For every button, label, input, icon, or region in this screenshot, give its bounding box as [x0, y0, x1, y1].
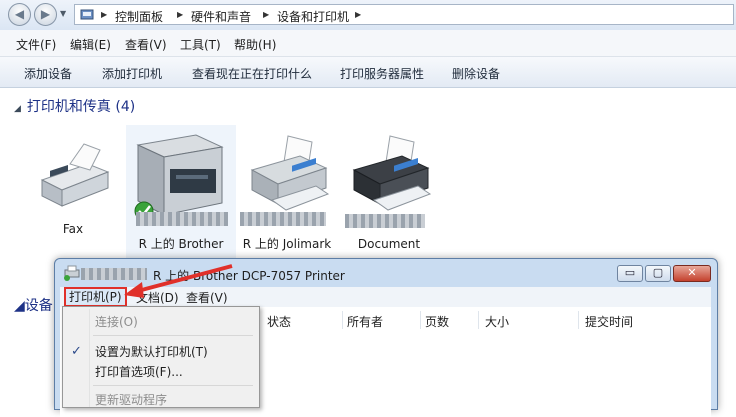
printer-icon [250, 135, 330, 211]
menu-item-set-default[interactable]: 设置为默认打印机(T) [95, 343, 208, 360]
breadcrumb-separator-icon[interactable]: ▶ [177, 10, 183, 19]
breadcrumb-hardware-sound[interactable]: 硬件和声音 [191, 8, 251, 25]
menu-bar: 文件(F) 编辑(E) 查看(V) 工具(T) 帮助(H) [0, 30, 736, 57]
breadcrumb-separator-icon[interactable]: ▶ [355, 10, 361, 19]
column-divider[interactable] [420, 311, 421, 329]
print-server-properties-button[interactable]: 打印服务器属性 [340, 65, 424, 82]
device-label: R 上的 Brother [138, 237, 224, 251]
breadcrumb-devices-printers[interactable]: 设备和打印机 [277, 8, 349, 25]
forward-button[interactable]: ▶ [34, 3, 57, 26]
menu-gutter [89, 309, 90, 407]
breadcrumb-separator-icon[interactable]: ▶ [263, 10, 269, 19]
menu-edit[interactable]: 编辑(E) [70, 36, 111, 53]
device-document-printer[interactable]: Document [334, 125, 444, 260]
redacted-label [136, 212, 228, 226]
maximize-button[interactable]: ▢ [645, 265, 671, 282]
column-divider[interactable] [478, 311, 479, 329]
column-header-submitted[interactable]: 提交时间 [585, 313, 633, 330]
menu-item-connect[interactable]: 连接(O) [95, 313, 138, 330]
menu-document[interactable]: 文档(D) [136, 289, 179, 306]
column-header-owner[interactable]: 所有者 [347, 313, 383, 330]
column-divider[interactable] [578, 311, 579, 329]
printer-icon [352, 135, 432, 211]
history-dropdown-icon[interactable]: ▼ [60, 9, 66, 18]
devices-group-title: 设备 [24, 298, 53, 314]
printer-menu-dropdown: 连接(O) ✓ 设置为默认打印机(T) 打印首选项(F)... 更新驱动程序 [62, 306, 260, 408]
add-device-button[interactable]: 添加设备 [24, 65, 72, 82]
printers-group-title: 打印机和传真 (4) [26, 99, 136, 115]
dialog-menu-bar: 打印机(P) 文档(D) 查看(V) [60, 287, 711, 307]
column-divider[interactable] [342, 311, 343, 329]
address-bar-area: ◀ ▶ ▼ ▶ 控制面板 ▶ 硬件和声音 ▶ 设备和打印机 ▶ [0, 0, 736, 31]
devices-group-header[interactable]: ◢设备 [14, 295, 53, 315]
menu-printer[interactable]: 打印机(P) [64, 287, 127, 307]
redacted-title [81, 268, 147, 280]
command-bar: 添加设备 添加打印机 查看现在正在打印什么 打印服务器属性 删除设备 [0, 57, 736, 88]
address-field[interactable]: ▶ 控制面板 ▶ 硬件和声音 ▶ 设备和打印机 ▶ [74, 4, 734, 25]
menu-item-printing-preferences[interactable]: 打印首选项(F)... [95, 363, 183, 380]
menu-separator [93, 335, 253, 336]
menu-separator [93, 385, 253, 386]
device-label: R 上的 Jolimark [242, 237, 332, 251]
device-brother-printer[interactable]: R 上的 Brother [126, 125, 236, 260]
breadcrumb-separator-icon[interactable]: ▶ [101, 10, 107, 19]
collapse-triangle-icon[interactable]: ◢ [14, 104, 21, 114]
device-jolimark-printer[interactable]: R 上的 Jolimark [232, 125, 342, 260]
menu-view[interactable]: 查看(V) [186, 289, 228, 306]
remove-device-button[interactable]: 删除设备 [452, 65, 500, 82]
column-header-size[interactable]: 大小 [485, 313, 509, 330]
device-label: Document [357, 237, 421, 251]
printers-group-header[interactable]: ◢ 打印机和传真 (4) [14, 96, 135, 116]
column-header-status[interactable]: 状态 [267, 313, 291, 330]
redacted-label [240, 212, 326, 226]
menu-file[interactable]: 文件(F) [16, 36, 56, 53]
menu-help[interactable]: 帮助(H) [234, 36, 276, 53]
printer-small-icon [64, 265, 80, 281]
menu-tools[interactable]: 工具(T) [180, 36, 221, 53]
minimize-button[interactable]: ▭ [617, 265, 643, 282]
close-button[interactable]: ✕ [673, 265, 711, 282]
add-printer-button[interactable]: 添加打印机 [102, 65, 162, 82]
column-header-pages[interactable]: 页数 [425, 313, 449, 330]
see-whats-printing-button[interactable]: 查看现在正在打印什么 [192, 65, 312, 82]
redacted-label [345, 214, 425, 228]
device-fax[interactable]: Fax [18, 125, 128, 260]
collapse-triangle-icon[interactable]: ◢ [14, 298, 25, 314]
printer-default-icon [134, 134, 224, 221]
fax-icon [40, 143, 110, 207]
back-button[interactable]: ◀ [8, 3, 31, 26]
control-panel-icon [80, 9, 94, 20]
breadcrumb-control-panel[interactable]: 控制面板 [115, 8, 163, 25]
checkmark-icon: ✓ [71, 344, 82, 359]
device-label: Fax [62, 222, 84, 236]
menu-view[interactable]: 查看(V) [125, 36, 167, 53]
window-title: R 上的 Brother DCP-7057 Printer [153, 269, 345, 283]
